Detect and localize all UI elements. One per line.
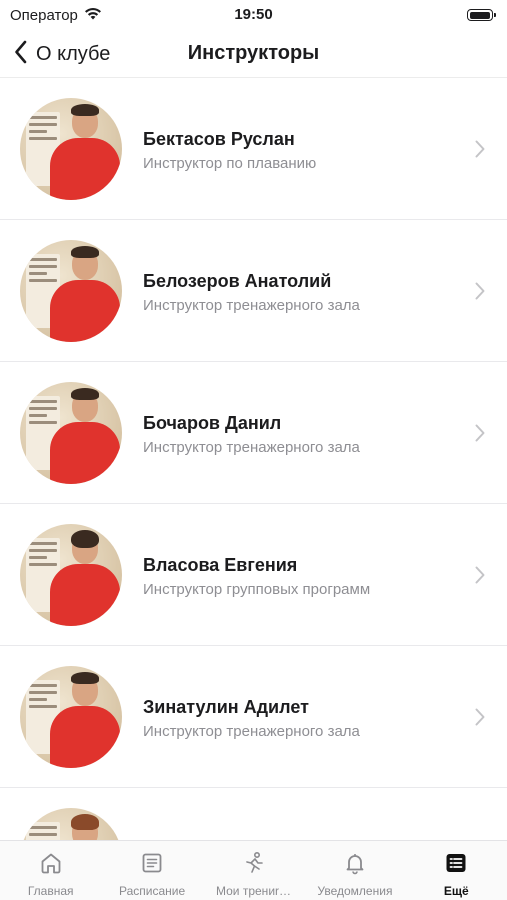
instructor-avatar [20, 524, 122, 626]
instructor-row[interactable] [0, 788, 507, 840]
navigation-bar: О клубе Инструкторы [0, 30, 507, 78]
chevron-right-icon [475, 708, 485, 731]
instructor-row[interactable]: Власова Евгения Инструктор групповых про… [0, 504, 507, 646]
tab-more[interactable]: Ещё [406, 841, 507, 900]
instructor-role: Инструктор групповых программ [143, 581, 371, 598]
instructor-avatar [20, 382, 122, 484]
more-list-icon [444, 851, 468, 880]
chevron-left-icon [14, 40, 28, 69]
instructor-row[interactable]: Бектасов Руслан Инструктор по плаванию [0, 78, 507, 220]
instructor-name: Белозеров Анатолий [143, 271, 332, 291]
instructor-name: Зинатулин Адилет [143, 697, 309, 717]
tab-my-workouts[interactable]: Мои трениr… [203, 841, 304, 900]
instructor-role: Инструктор тренажерного зала [143, 439, 360, 456]
tab-home[interactable]: Главная [0, 841, 101, 900]
tab-label: Ещё [443, 884, 469, 898]
tab-label: Расписание [119, 884, 186, 898]
instructor-avatar [20, 808, 122, 840]
schedule-icon [140, 851, 164, 880]
instructor-list: Бектасов Руслан Инструктор по плаванию Б… [0, 78, 507, 840]
runner-icon [242, 851, 266, 880]
instructor-name: Бочаров Данил [143, 413, 282, 433]
instructor-avatar [20, 98, 122, 200]
tab-schedule[interactable]: Расписание [101, 841, 202, 900]
back-label: О клубе [36, 42, 111, 65]
tab-notifications[interactable]: Уведомления [304, 841, 405, 900]
chevron-right-icon [475, 424, 485, 447]
back-button[interactable]: О клубе [14, 38, 110, 70]
instructor-name: Власова Евгения [143, 555, 298, 575]
instructor-role: Инструктор по плаванию [143, 155, 317, 172]
wifi-icon [84, 7, 102, 24]
instructor-avatar [20, 240, 122, 342]
tab-bar: Главная Расписание Мои трениr… Уведомлен… [0, 840, 507, 900]
tab-label: Мои трениr… [216, 884, 292, 898]
instructor-avatar [20, 666, 122, 768]
carrier-name: Оператор [10, 6, 78, 24]
home-icon [39, 851, 63, 880]
chevron-right-icon [475, 282, 485, 305]
instructor-role: Инструктор тренажерного зала [143, 723, 360, 740]
chevron-right-icon [475, 566, 485, 589]
instructor-row[interactable]: Зинатулин Адилет Инструктор тренажерного… [0, 646, 507, 788]
instructor-row[interactable]: Белозеров Анатолий Инструктор тренажерно… [0, 220, 507, 362]
instructor-role: Инструктор тренажерного зала [143, 297, 360, 314]
tab-label: Уведомления [317, 884, 393, 898]
battery-icon [467, 9, 496, 21]
status-bar: Оператор [0, 0, 507, 30]
instructor-name: Бектасов Руслан [143, 129, 295, 149]
chevron-right-icon [475, 140, 485, 163]
tab-label: Главная [27, 884, 74, 898]
instructor-row[interactable]: Бочаров Данил Инструктор тренажерного за… [0, 362, 507, 504]
bell-icon [343, 851, 367, 880]
